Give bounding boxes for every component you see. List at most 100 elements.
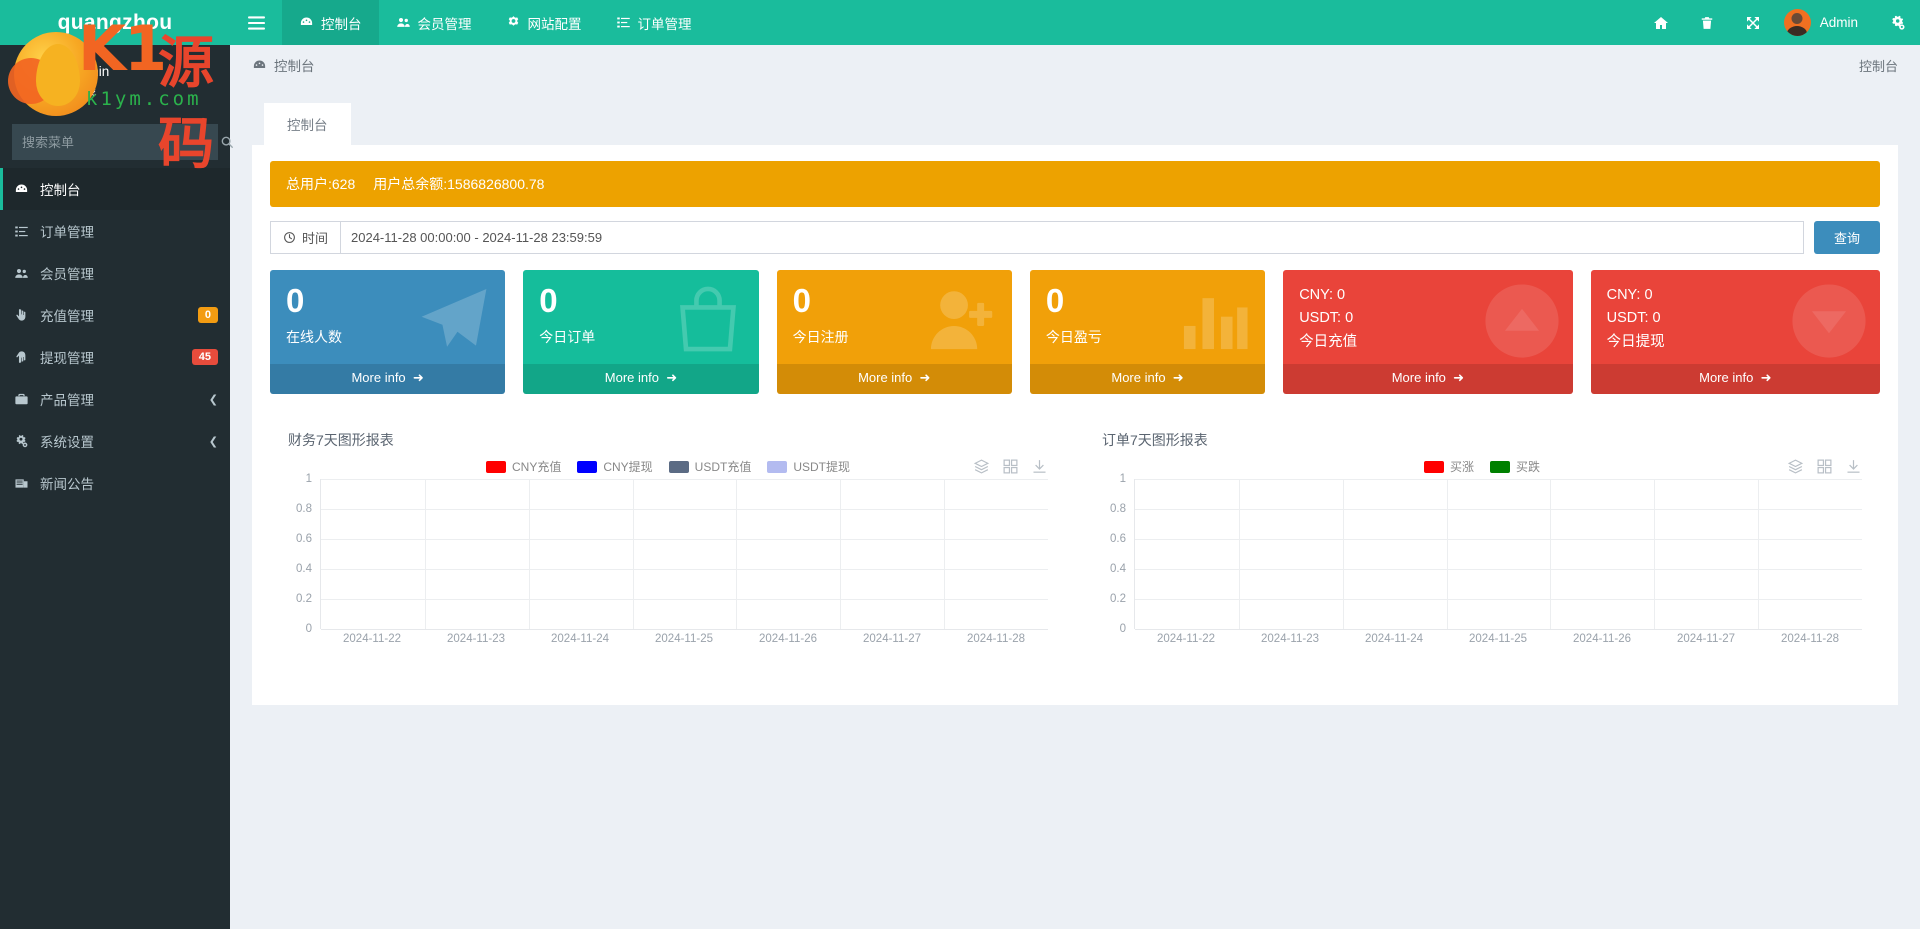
sidebar-item-label: 提现管理 (40, 347, 192, 367)
top-nav-item-1[interactable]: 会员管理 (379, 0, 489, 45)
stat-card-0[interactable]: 0 在线人数 More info ➜ (270, 270, 505, 394)
chart-toolbar (973, 458, 1048, 475)
top-nav-right: Admin (1638, 0, 1920, 45)
legend-item[interactable]: CNY提现 (577, 458, 652, 475)
home-icon[interactable] (1638, 0, 1684, 45)
y-tick: 0.6 (1110, 533, 1126, 545)
y-tick: 0.4 (1110, 563, 1126, 575)
legend-label: USDT充值 (695, 458, 752, 475)
search-icon[interactable] (208, 135, 246, 149)
x-tick: 2024-11-28 (967, 633, 1025, 645)
sidebar-item-1[interactable]: 订单管理 (0, 210, 230, 252)
y-tick: 0.8 (296, 503, 312, 515)
dashboard-panel: 控制台 总用户:628 用户总余额:1586826800.78 时间 查询 (252, 93, 1898, 705)
search-menu-box[interactable] (12, 124, 218, 160)
users-icon (396, 15, 411, 30)
stat-card-2[interactable]: 0 今日注册 More info ➜ (777, 270, 1012, 394)
chart-title: 订单7天图形报表 (1102, 430, 1870, 450)
top-nav-item-2[interactable]: 网站配置 (489, 0, 599, 45)
search-input[interactable] (12, 135, 208, 150)
user-plus-icon (922, 282, 1000, 356)
query-button[interactable]: 查询 (1814, 221, 1880, 254)
sidebar-item-6[interactable]: 系统设置 ❮ (0, 420, 230, 462)
card-more-info-link[interactable]: More info ➜ (1030, 364, 1265, 394)
legend-label: 买跌 (1516, 458, 1540, 475)
card-more-label: More info (1392, 370, 1446, 385)
y-tick: 0.4 (296, 563, 312, 575)
y-tick: 1 (1120, 473, 1126, 485)
sidebar-item-2[interactable]: 会员管理 (0, 252, 230, 294)
date-range-input[interactable] (340, 221, 1804, 254)
stat-card-5[interactable]: CNY: 0 USDT: 0 今日提现 More info ➜ (1591, 270, 1880, 394)
legend-item[interactable]: 买跌 (1490, 458, 1540, 475)
stack-icon[interactable] (973, 458, 990, 475)
sidebar-item-label: 系统设置 (40, 431, 209, 451)
legend-item[interactable]: CNY充值 (486, 458, 561, 475)
download-icon[interactable] (1031, 458, 1048, 475)
chevron-left-icon: ❮ (209, 435, 218, 448)
y-tick: 1 (306, 473, 312, 485)
grid-icon[interactable] (1002, 458, 1019, 475)
sidebar-item-3[interactable]: 充值管理 0 (0, 294, 230, 336)
top-nav-item-label: 会员管理 (418, 13, 472, 33)
hamburger-icon[interactable] (230, 0, 282, 45)
y-tick: 0.6 (296, 533, 312, 545)
chart-0: 财务7天图形报表 CNY充值 CNY提现 USDT充值 USDT提现 10.80… (270, 414, 1066, 659)
briefcase-icon (14, 392, 40, 407)
legend-swatch (1490, 461, 1510, 473)
stat-card-3[interactable]: 0 今日盈亏 More info ➜ (1030, 270, 1265, 394)
legend-item[interactable]: USDT提现 (767, 458, 850, 475)
y-tick: 0 (306, 623, 312, 635)
chart-plot-area: 10.80.60.40.20 (1102, 479, 1862, 629)
x-tick: 2024-11-27 (1677, 633, 1735, 645)
stat-card-4[interactable]: CNY: 0 USDT: 0 今日充值 More info ➜ (1283, 270, 1572, 394)
stat-card-1[interactable]: 0 今日订单 More info ➜ (523, 270, 758, 394)
legend-swatch (577, 461, 597, 473)
tab-dashboard[interactable]: 控制台 (264, 103, 351, 145)
card-more-info-link[interactable]: More info ➜ (270, 364, 505, 394)
users-icon (14, 266, 40, 281)
sidebar-item-7[interactable]: 新闻公告 (0, 462, 230, 504)
sidebar-item-label: 产品管理 (40, 389, 209, 409)
list-icon (14, 224, 40, 239)
top-nav-item-0[interactable]: 控制台 (282, 0, 379, 45)
top-nav-item-3[interactable]: 订单管理 (599, 0, 709, 45)
charts-row: 财务7天图形报表 CNY充值 CNY提现 USDT充值 USDT提现 10.80… (270, 414, 1880, 659)
sidebar-item-label: 订单管理 (40, 221, 218, 241)
gears-icon[interactable] (1874, 0, 1920, 45)
sidebar-logo[interactable]: quangzhou (0, 0, 230, 45)
y-tick: 0.2 (296, 593, 312, 605)
chevron-left-icon: ❮ (209, 393, 218, 406)
card-more-info-link[interactable]: More info ➜ (1591, 364, 1880, 394)
card-body: 0 今日盈亏 (1030, 270, 1265, 364)
x-tick: 2024-11-24 (551, 633, 609, 645)
y-axis: 10.80.60.40.20 (1102, 479, 1132, 629)
user-menu[interactable]: Admin (1776, 0, 1874, 45)
x-tick: 2024-11-28 (1781, 633, 1839, 645)
stack-icon[interactable] (1787, 458, 1804, 475)
chart-grid (320, 479, 1048, 629)
fullscreen-icon[interactable] (1730, 0, 1776, 45)
legend-swatch (486, 461, 506, 473)
sidebar-item-0[interactable]: 控制台 (0, 168, 230, 210)
card-more-label: More info (1111, 370, 1165, 385)
card-more-info-link[interactable]: More info ➜ (1283, 364, 1572, 394)
grid-icon[interactable] (1816, 458, 1833, 475)
x-tick: 2024-11-22 (343, 633, 401, 645)
sidebar-item-4[interactable]: 提现管理 45 (0, 336, 230, 378)
y-tick: 0 (1120, 623, 1126, 635)
trash-icon[interactable] (1684, 0, 1730, 45)
breadcrumb: 控制台 控制台 (230, 45, 1920, 85)
sidebar-item-5[interactable]: 产品管理 ❮ (0, 378, 230, 420)
y-axis: 10.80.60.40.20 (288, 479, 318, 629)
legend-item[interactable]: 买涨 (1424, 458, 1474, 475)
legend-item[interactable]: USDT充值 (669, 458, 752, 475)
card-more-info-link[interactable]: More info ➜ (523, 364, 758, 394)
sidebar-user-panel[interactable]: Admin 在线 (0, 45, 230, 118)
card-more-info-link[interactable]: More info ➜ (777, 364, 1012, 394)
hand-down-icon (14, 350, 40, 364)
download-icon[interactable] (1845, 458, 1862, 475)
top-nav-item-label: 控制台 (321, 13, 362, 33)
legend-label: CNY充值 (512, 458, 561, 475)
top-nav-items: 控制台 会员管理 网站配置 订单管理 (282, 0, 709, 45)
